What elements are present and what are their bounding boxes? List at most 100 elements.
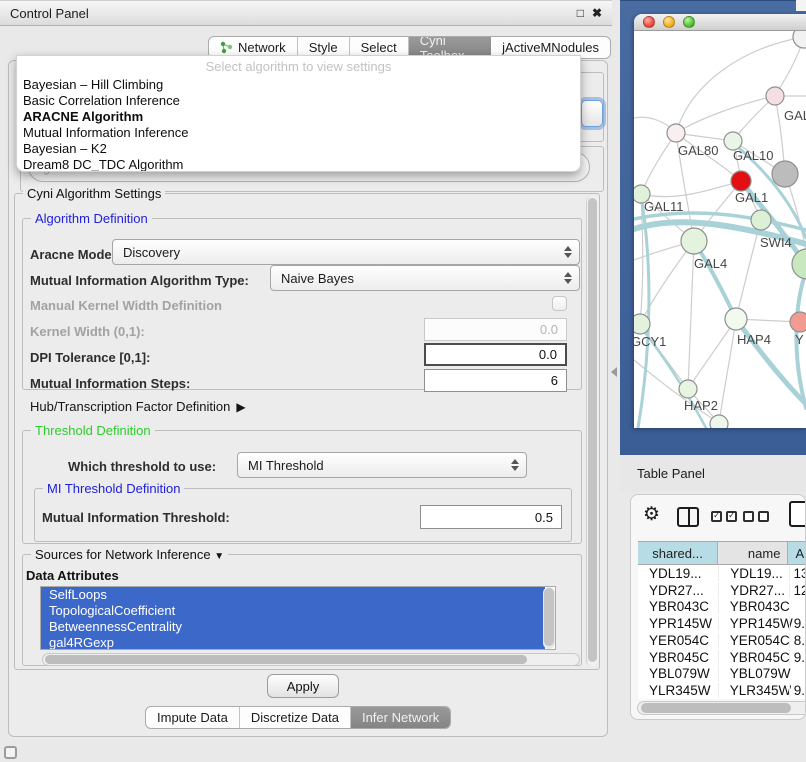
table-row[interactable]: YBR043C YBR043C <box>638 599 806 616</box>
network-node-label: Y <box>795 332 804 347</box>
network-canvas[interactable]: GALGAL80GAL10GAL1GAL11SWI4GAL4GCY1HAP4YH… <box>634 31 806 428</box>
tab-impute-data[interactable]: Impute Data <box>146 707 240 728</box>
table-row[interactable]: YDL19... YDL19... 13 <box>638 565 806 582</box>
manual-kernel-checkbox[interactable] <box>552 296 567 311</box>
column-header-partial[interactable]: A <box>788 542 806 564</box>
cell-shared-name: YDR27... <box>638 583 718 598</box>
network-window-titlebar[interactable] <box>634 14 806 31</box>
algorithm-option[interactable]: Mutual Information Inference <box>17 125 580 141</box>
network-node[interactable] <box>751 210 771 230</box>
network-edge[interactable] <box>638 196 649 428</box>
data-attribute-item[interactable]: BetweennessCentrality <box>41 619 545 635</box>
algorithm-option[interactable]: Dream8 DC_TDC Algorithm <box>17 157 580 172</box>
algorithm-option[interactable]: Bayesian – Hill Climbing <box>17 77 580 93</box>
network-node[interactable] <box>772 161 798 187</box>
attributes-vertical-scrollbar[interactable] <box>543 587 555 649</box>
float-panel-icon[interactable]: □ <box>577 6 584 20</box>
new-table-icon[interactable] <box>789 501 806 527</box>
settings-vertical-scrollbar[interactable] <box>586 196 598 666</box>
apply-button[interactable]: Apply <box>267 674 339 698</box>
mi-threshold-field[interactable]: 0.5 <box>420 505 562 529</box>
table-row[interactable]: YPR145W YPR145W 9. <box>638 615 806 632</box>
cell-name: YBR045C <box>718 650 789 665</box>
gear-icon[interactable]: ⚙ <box>643 503 660 526</box>
algorithm-dropdown-hint: Select algorithm to view settings <box>17 56 580 77</box>
column-header-name[interactable]: name <box>718 542 788 564</box>
data-attribute-item[interactable]: TopologicalCoefficient <box>41 603 545 619</box>
network-node[interactable] <box>679 380 697 398</box>
network-edge[interactable] <box>641 133 676 194</box>
table-row[interactable]: YBL079W YBL079W <box>638 666 806 683</box>
cell-shared-name: YBR043C <box>638 599 718 614</box>
network-node-label: HAP2 <box>684 398 718 413</box>
table-row[interactable]: YLR345W YLR345W 9. <box>638 682 806 699</box>
close-panel-icon[interactable]: ✖ <box>592 6 602 20</box>
data-attribute-item[interactable]: SelfLoops <box>41 587 545 603</box>
network-edge[interactable] <box>641 181 741 197</box>
network-node[interactable] <box>731 171 751 191</box>
network-node[interactable] <box>710 415 728 428</box>
which-threshold-combo[interactable]: MI Threshold <box>237 452 527 478</box>
table-panel: ⚙ shared... name A YDL19... YDL19... 13 … <box>630 494 806 720</box>
table-row[interactable]: YDR27... YDR27... 12 <box>638 582 806 599</box>
combo-spinner-icon <box>511 459 519 471</box>
data-attribute-item[interactable]: gal4RGexp <box>41 635 545 650</box>
data-attributes-list[interactable]: SelfLoopsTopologicalCoefficientBetweenne… <box>40 586 556 650</box>
mini-window-icon[interactable] <box>4 746 17 759</box>
cell-name: YPR145W <box>718 616 789 631</box>
kernel-width-label: Kernel Width (0,1): <box>30 324 145 339</box>
network-edge[interactable] <box>719 319 736 423</box>
aracne-mode-label: Aracne Mode: <box>30 247 116 262</box>
zoom-traffic-light-icon[interactable] <box>683 16 695 28</box>
apply-button-label: Apply <box>287 679 320 694</box>
tab-discretize-data[interactable]: Discretize Data <box>240 707 351 728</box>
data-attributes-label: Data Attributes <box>26 568 119 583</box>
cell-shared-name: YER054C <box>638 633 718 648</box>
network-node[interactable] <box>792 249 806 279</box>
algorithm-option[interactable]: Basic Correlation Inference <box>17 93 580 109</box>
mi-type-combo[interactable]: Naive Bayes <box>270 265 580 291</box>
dpi-tolerance-label: DPI Tolerance [0,1]: <box>30 350 150 365</box>
table-row[interactable]: YER054C YER054C 8. <box>638 632 806 649</box>
mi-steps-field[interactable]: 6 <box>424 369 567 392</box>
aracne-mode-combo[interactable]: Discovery <box>112 239 580 265</box>
which-threshold-value: MI Threshold <box>248 458 324 473</box>
kernel-width-value: 0.0 <box>540 322 558 337</box>
network-node-label: GAL <box>784 108 806 123</box>
dpi-tolerance-value: 0.0 <box>539 347 557 362</box>
tab-infer-network[interactable]: Infer Network <box>351 707 450 728</box>
network-node[interactable] <box>766 87 784 105</box>
dpi-tolerance-field[interactable]: 0.0 <box>424 343 567 366</box>
table-horizontal-scrollbar[interactable] <box>637 701 806 715</box>
split-columns-icon[interactable] <box>677 507 699 527</box>
network-node[interactable] <box>681 228 707 254</box>
checked-box-icon <box>726 511 737 522</box>
collapse-arrow-icon[interactable]: ▼ <box>214 551 224 562</box>
network-node[interactable] <box>790 312 806 332</box>
network-node[interactable] <box>793 31 806 48</box>
network-node-label: GAL1 <box>735 190 768 205</box>
deselect-all-columns-icon[interactable] <box>743 511 769 522</box>
network-node-label: GAL11 <box>644 199 684 214</box>
group-title-cyni-settings: Cyni Algorithm Settings <box>23 186 165 201</box>
algorithm-option[interactable]: ARACNE Algorithm <box>17 109 580 125</box>
select-all-columns-icon[interactable] <box>711 511 737 522</box>
expand-arrow-icon[interactable]: ▶ <box>236 400 245 414</box>
hub-definition-expander[interactable]: Hub/Transcription Factor Definition▶ <box>30 399 246 414</box>
column-header-shared-name[interactable]: shared... <box>638 542 718 564</box>
network-node[interactable] <box>634 314 650 334</box>
cell-shared-name: YLR345W <box>638 683 718 698</box>
network-edge[interactable] <box>688 319 736 389</box>
network-node[interactable] <box>725 308 747 330</box>
algorithm-option[interactable]: Bayesian – K2 <box>17 141 580 157</box>
algorithm-combo-focus-button[interactable] <box>581 100 603 127</box>
minimize-traffic-light-icon[interactable] <box>663 16 675 28</box>
kernel-width-field[interactable]: 0.0 <box>424 318 567 341</box>
table-row[interactable]: YBR045C YBR045C 9. <box>638 649 806 666</box>
network-node[interactable] <box>667 124 685 142</box>
splitter-collapse-icon[interactable] <box>611 367 617 377</box>
control-panel-titlebar: Control Panel □ ✖ <box>0 0 612 26</box>
cell-name: YBL079W <box>718 666 789 681</box>
settings-horizontal-scrollbar[interactable] <box>42 653 580 666</box>
close-traffic-light-icon[interactable] <box>643 16 655 28</box>
